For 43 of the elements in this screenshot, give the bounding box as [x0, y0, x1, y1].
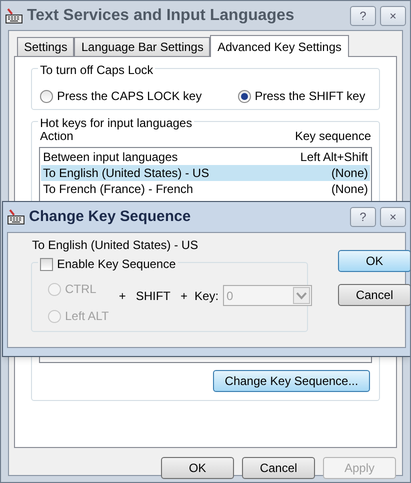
keyboard-icon — [7, 209, 25, 225]
key-label: Key: — [194, 288, 219, 304]
dialog-button[interactable]: OK — [338, 250, 410, 272]
radio-label: Press the SHIFT key — [254, 88, 366, 105]
plus-sign: + — [118, 288, 126, 304]
sequence-target-text: To English (United States) - US — [32, 237, 200, 254]
list-row[interactable]: To French (France) - French (None) — [41, 181, 370, 197]
help-button[interactable]: ? — [350, 207, 376, 227]
dialog-button[interactable]: OK — [161, 457, 234, 479]
chevron-down-icon — [292, 287, 310, 304]
action-text: To English (United States) - US — [43, 165, 210, 181]
checkbox[interactable] — [40, 258, 53, 270]
radio-button[interactable] — [48, 310, 61, 322]
radio-button[interactable] — [40, 90, 53, 102]
shift-label: SHIFT — [136, 288, 170, 304]
close-button[interactable]: × — [380, 6, 406, 26]
list-row[interactable]: Between input languages Left Alt+Shift — [41, 149, 370, 165]
action-text: Between input languages — [43, 149, 178, 165]
key-sequence-text: (None) — [331, 165, 368, 181]
radio-label: Press the CAPS LOCK key — [57, 88, 202, 105]
column-header: Key sequence — [294, 128, 371, 145]
tab[interactable]: Advanced Key Settings — [210, 35, 349, 57]
radio-label: Left ALT — [65, 308, 109, 325]
key-sequence-text: (None) — [331, 181, 368, 197]
key-sequence-text: Left Alt+Shift — [300, 149, 368, 165]
tab[interactable]: Settings — [17, 37, 74, 56]
window-title: Text Services and Input Languages — [27, 6, 296, 26]
radio-button[interactable] — [48, 282, 61, 296]
close-button[interactable]: × — [380, 207, 406, 227]
dialog-button[interactable]: Change Key Sequence... — [213, 370, 370, 392]
checkbox-label: Enable Key Sequence — [57, 256, 176, 273]
column-header: Action — [40, 129, 74, 145]
action-text: To French (France) - French — [43, 181, 194, 197]
dialog-button[interactable]: Cancel — [338, 284, 410, 306]
dialog-button[interactable]: Cancel — [242, 457, 315, 479]
plus-sign: + — [180, 288, 188, 304]
keyboard-icon — [5, 8, 23, 24]
radio-button[interactable] — [238, 90, 251, 102]
tab[interactable]: Language Bar Settings — [74, 37, 210, 56]
list-row[interactable]: To English (United States) - US (None) — [41, 165, 370, 181]
dialog-title: Change Key Sequence — [29, 206, 192, 227]
radio-label: CTRL — [65, 281, 96, 298]
help-button[interactable]: ? — [350, 6, 376, 26]
